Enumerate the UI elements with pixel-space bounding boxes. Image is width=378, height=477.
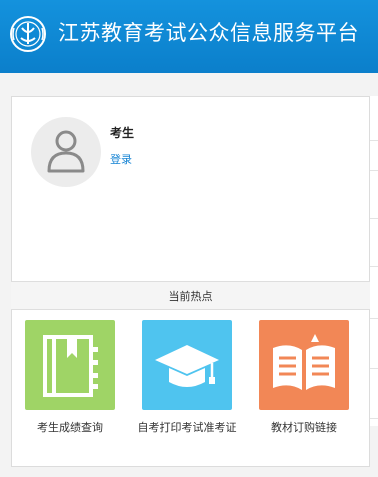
tile-label-textbook-order[interactable]: 教材订购链接 bbox=[254, 421, 354, 434]
top-header: 江苏教育考试公众信息服务平台 bbox=[0, 0, 378, 73]
tile-label-score-query[interactable]: 考生成绩查询 bbox=[20, 421, 120, 434]
section-header: 当前热点 bbox=[11, 281, 370, 310]
notebook-icon bbox=[43, 335, 98, 397]
tile-label-admission-ticket[interactable]: 自考打印考试准考证 bbox=[137, 421, 237, 434]
user-avatar-icon[interactable] bbox=[31, 117, 101, 187]
right-panel-edge bbox=[369, 96, 378, 426]
section-title: 当前热点 bbox=[168, 290, 213, 303]
login-link[interactable]: 登录 bbox=[110, 151, 132, 167]
graduation-cap-icon bbox=[155, 345, 219, 387]
score-query-tile[interactable] bbox=[25, 320, 115, 410]
textbook-order-tile[interactable] bbox=[259, 320, 349, 410]
open-book-icon bbox=[273, 334, 335, 390]
admission-ticket-tile[interactable] bbox=[142, 320, 232, 410]
site-title: 江苏教育考试公众信息服务平台 bbox=[58, 21, 359, 45]
user-name: 考生 bbox=[110, 126, 135, 140]
jiangsu-exam-logo-icon[interactable] bbox=[8, 14, 48, 54]
